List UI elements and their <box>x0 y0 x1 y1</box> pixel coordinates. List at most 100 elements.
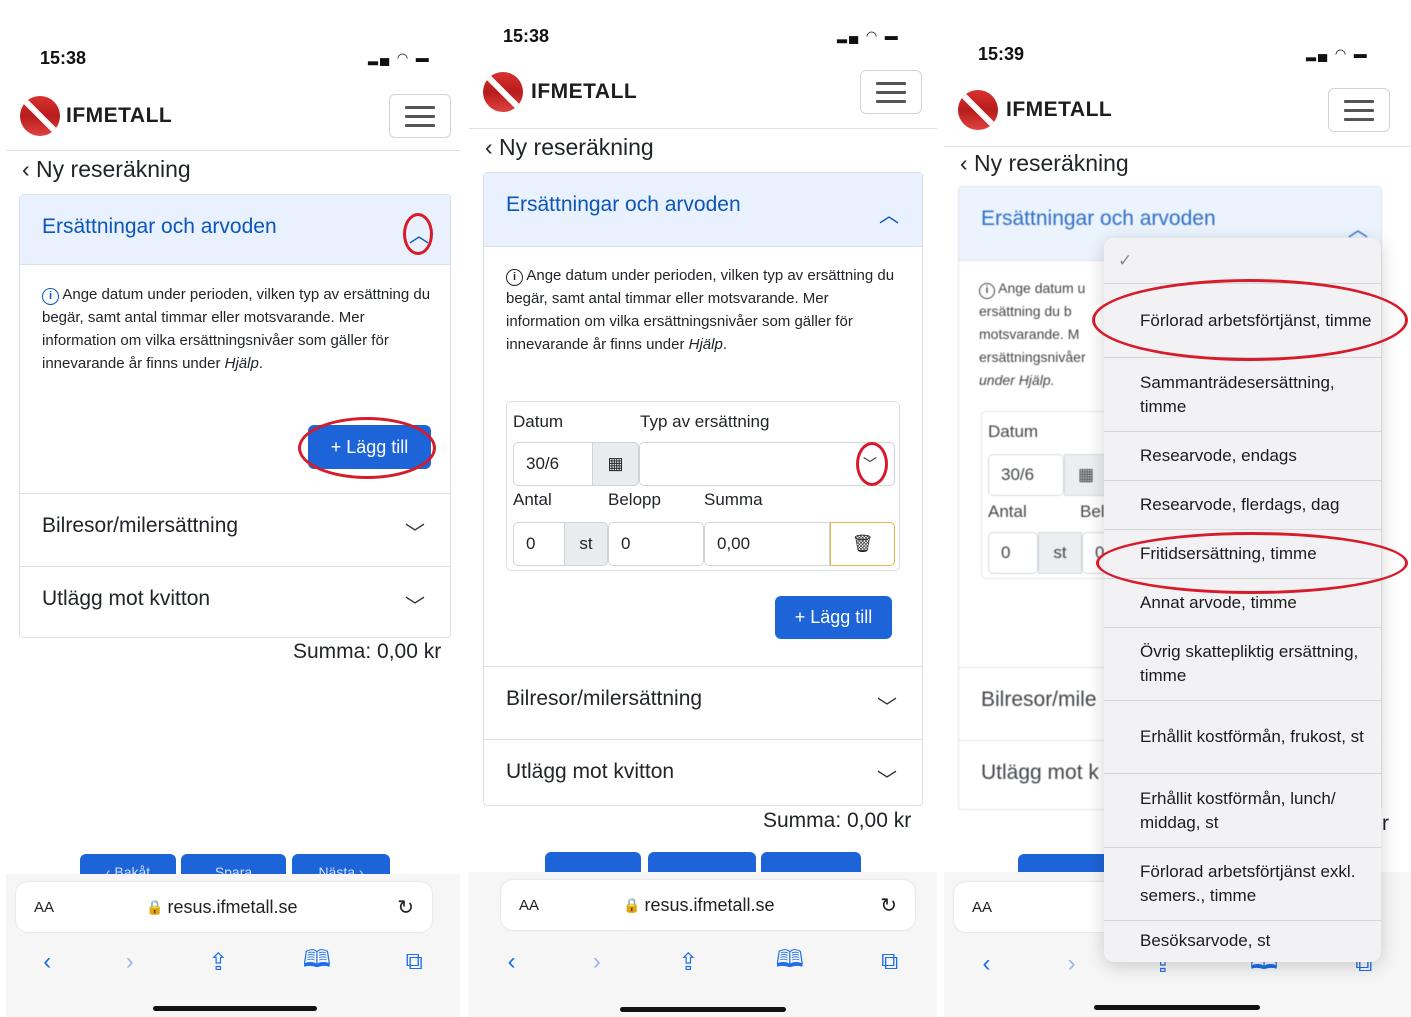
safari-toolbar: AA 🔒 resus.ifmetall.se ↻ ‹ › ⇪ 🕮 ⧉ <box>6 874 460 1017</box>
save-button[interactable]: Spara <box>181 854 286 880</box>
info-line: motsvarande. M <box>979 326 1080 342</box>
info-icon: i <box>979 283 995 299</box>
forward-arrow-icon[interactable]: › <box>593 948 601 976</box>
navbar: IFMETALL <box>944 78 1411 147</box>
type-label: Typ av ersättning <box>640 412 770 431</box>
back-link[interactable]: ‹ Ny reseräkning <box>960 150 1129 177</box>
reload-icon[interactable]: ↻ <box>880 893 897 918</box>
trash-icon[interactable]: 🗑 <box>830 522 895 566</box>
phone-screenshot-3: 15:39 ▂▄ ◠ ▬ IFMETALL ‹ Ny reseräkning E… <box>944 24 1411 1017</box>
quantity-input[interactable]: 0 <box>988 532 1038 574</box>
share-icon[interactable]: ⇪ <box>678 948 698 977</box>
phone-screenshot-2: 15:38 ▂▄ ◠ ▬ IFMETALL ‹ Ny reseräkning E… <box>469 6 937 1017</box>
calendar-icon[interactable]: ▦ <box>592 442 639 486</box>
accordion-title: Utlägg mot kvitton <box>506 760 675 783</box>
date-input[interactable]: 30/6 <box>513 442 593 486</box>
back-arrow-icon[interactable]: ‹ <box>983 950 991 978</box>
browser-nav: ‹ › ⇪ 🕮 ⧉ <box>6 942 460 982</box>
accordion-header-bilresor[interactable]: Bilresor/milersättning <box>484 666 922 739</box>
next-button[interactable] <box>761 852 861 872</box>
add-button[interactable]: + Lägg till <box>775 596 892 639</box>
highlight-ring <box>298 417 436 479</box>
help-link[interactable]: Hjälp <box>689 336 723 353</box>
menu-toggle-button[interactable] <box>860 70 922 114</box>
amount-label: Bel <box>1080 502 1105 521</box>
back-button[interactable] <box>545 852 641 872</box>
accordion-header-utlagg[interactable]: Utlägg mot kvitton <box>484 739 922 806</box>
accordion: Ersättningar och arvoden ︿ i Ange datum … <box>483 172 923 806</box>
share-icon[interactable]: ⇪ <box>208 948 228 977</box>
dropdown-option[interactable]: Erhållit kostförmån, frukost, st <box>1104 701 1381 774</box>
accordion-title: Bilresor/milersättning <box>42 514 239 537</box>
forward-arrow-icon[interactable]: › <box>126 948 134 976</box>
dropdown-option[interactable]: Sammanträdesersättning, timme <box>1104 358 1381 432</box>
text-size-button[interactable]: AA <box>972 899 992 916</box>
info-text: i Ange datum under perioden, vilken typ … <box>506 264 906 356</box>
chevron-down-icon[interactable]: ﹀ <box>405 590 425 619</box>
tabs-icon[interactable]: ⧉ <box>881 948 898 976</box>
chevron-down-icon[interactable]: ﹀ <box>877 764 897 793</box>
back-arrow-icon[interactable]: ‹ <box>508 948 516 976</box>
dropdown-option[interactable]: Erhållit kostförmån, lunch/ middag, st <box>1104 774 1381 848</box>
chevron-down-icon[interactable]: ﹀ <box>405 517 425 546</box>
date-input[interactable]: 30/6 <box>988 454 1064 496</box>
accordion: Ersättningar och arvoden ︿ i Ange datum … <box>19 194 451 638</box>
back-button[interactable]: ‹ Bakåt <box>80 854 176 880</box>
info-line: ersättning du b <box>979 303 1072 319</box>
calendar-icon[interactable]: ▦ <box>1064 454 1108 496</box>
ifmetall-logo-icon <box>949 81 1007 139</box>
save-button[interactable] <box>648 852 756 872</box>
lock-icon: 🔒 <box>623 896 641 913</box>
text-size-button[interactable]: AA <box>519 897 539 914</box>
dropdown-option[interactable]: Övrig skattepliktig ersättning, timme <box>1104 628 1381 701</box>
phone-screenshot-1: 15:38 ▂▄ ◠ ▬ IFMETALL ‹ Ny reseräkning E… <box>6 26 460 1017</box>
forward-arrow-icon[interactable]: › <box>1068 950 1076 978</box>
accordion-title: Utlägg mot k <box>981 761 1099 784</box>
accordion-header-ersattningar[interactable]: Ersättningar och arvoden <box>20 195 450 265</box>
compensation-row: Datum Typ av ersättning 30/6 ▦ ﹀ Antal B… <box>506 401 900 571</box>
back-link[interactable]: ‹ Ny reseräkning <box>485 134 654 161</box>
logo-text: IFMETALL <box>66 104 173 127</box>
chevron-up-icon[interactable]: ︿ <box>879 199 899 228</box>
url-text: resus.ifmetall.se <box>167 896 298 917</box>
highlight-ring <box>856 442 888 486</box>
quantity-input[interactable]: 0 <box>513 522 565 566</box>
dropdown-option[interactable]: Researvode, flerdags, dag <box>1104 481 1381 530</box>
unit-addon: st <box>564 522 608 566</box>
amount-input[interactable]: 0 <box>608 522 704 566</box>
safari-toolbar: AA 🔒 resus.ifmetall.se ↻ ‹ › ⇪ 🕮 ⧉ <box>469 872 937 1017</box>
info-end: . <box>258 355 263 372</box>
accordion-header-bilresor[interactable]: Bilresor/milersättning <box>20 493 450 566</box>
dropdown-option[interactable]: Besöksarvode, st <box>1104 921 1381 961</box>
next-button[interactable]: Nästa › <box>292 854 390 880</box>
sum-field: 0,00 <box>704 522 830 566</box>
chevron-down-icon[interactable]: ﹀ <box>877 691 897 720</box>
reload-icon[interactable]: ↻ <box>397 895 414 920</box>
menu-toggle-button[interactable] <box>389 94 451 138</box>
accordion-header-utlagg[interactable]: Utlägg mot kvitton <box>20 566 450 638</box>
accordion-header-ersattningar[interactable]: Ersättningar och arvoden <box>484 173 922 247</box>
text-size-button[interactable]: AA <box>34 899 54 916</box>
back-link[interactable]: ‹ Ny reseräkning <box>22 156 191 183</box>
info-icon: i <box>42 288 59 305</box>
logo-text: IFMETALL <box>531 80 638 103</box>
quantity-label: Antal <box>988 502 1027 521</box>
bookmarks-icon[interactable]: 🕮 <box>303 942 331 983</box>
amount-label: Belopp <box>608 490 661 509</box>
help-link[interactable]: Hjälp <box>225 355 259 372</box>
browser-nav: ‹ › ⇪ 🕮 ⧉ <box>469 942 937 982</box>
sum-label: Summa: 0,00 kr <box>763 809 912 832</box>
highlight-ring <box>403 213 433 255</box>
address-bar[interactable]: AA 🔒 resus.ifmetall.se ↻ <box>501 880 915 930</box>
dropdown-option[interactable]: Researvode, endags <box>1104 432 1381 481</box>
info-text: i Ange datum under perioden, vilken typ … <box>42 283 434 375</box>
sum-label-partial: r <box>1382 812 1389 835</box>
home-indicator <box>1094 1005 1260 1010</box>
home-indicator <box>153 1006 317 1011</box>
tabs-icon[interactable]: ⧉ <box>406 948 423 976</box>
address-bar[interactable]: AA 🔒 resus.ifmetall.se ↻ <box>16 882 432 932</box>
dropdown-option[interactable]: Förlorad arbetsförtjänst exkl. semers., … <box>1104 848 1381 921</box>
menu-toggle-button[interactable] <box>1328 88 1390 132</box>
bookmarks-icon[interactable]: 🕮 <box>776 942 804 983</box>
back-arrow-icon[interactable]: ‹ <box>43 948 51 976</box>
